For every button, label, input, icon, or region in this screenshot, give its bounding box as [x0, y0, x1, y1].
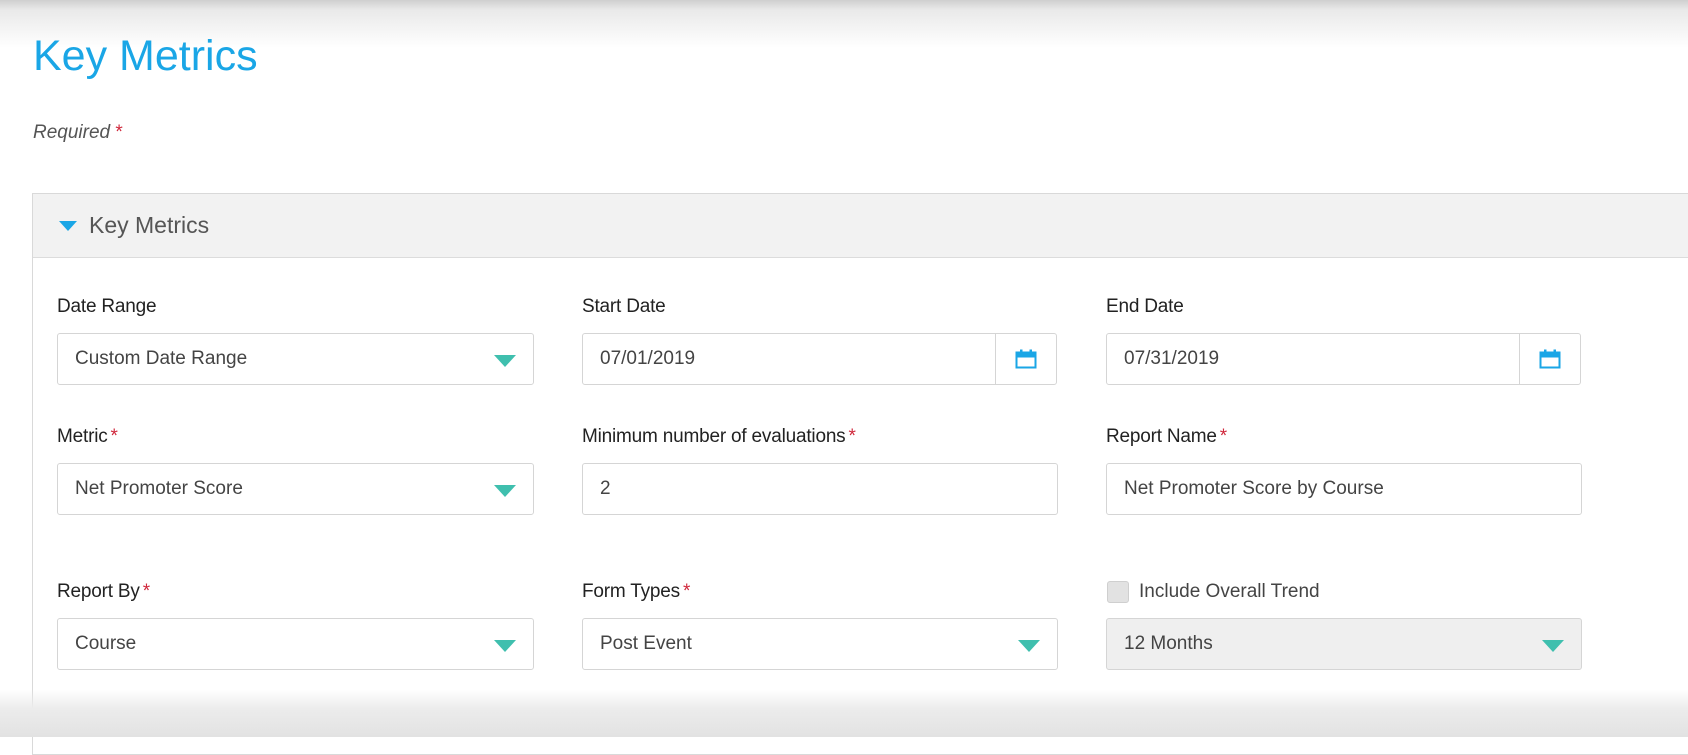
calendar-icon: [1539, 349, 1561, 369]
required-star: *: [115, 122, 123, 143]
chevron-down-icon: [494, 355, 516, 367]
chevron-down-icon: [1018, 640, 1040, 652]
date-range-select[interactable]: Custom Date Range: [57, 333, 534, 385]
form-types-label-text: Form Types: [582, 581, 680, 602]
caret-down-icon: [59, 221, 77, 231]
trend-period-value: 12 Months: [1124, 633, 1213, 654]
min-evaluations-label: Minimum number of evaluations *: [582, 426, 856, 448]
panel-header-toggle[interactable]: Key Metrics: [33, 194, 1688, 258]
required-label: Required: [33, 122, 111, 143]
panel-title: Key Metrics: [89, 212, 210, 238]
start-date-calendar-button[interactable]: [995, 334, 1056, 384]
report-name-value: Net Promoter Score by Course: [1124, 478, 1384, 499]
report-by-label: Report By *: [57, 581, 150, 603]
end-date-input[interactable]: 07/31/2019: [1106, 333, 1581, 385]
page-title: Key Metrics: [33, 32, 258, 80]
metric-value: Net Promoter Score: [75, 478, 243, 499]
metric-select[interactable]: Net Promoter Score: [57, 463, 534, 515]
form-types-value: Post Event: [600, 633, 692, 654]
date-range-value: Custom Date Range: [75, 348, 248, 369]
report-by-select[interactable]: Course: [57, 618, 534, 670]
report-name-label: Report Name *: [1106, 426, 1227, 448]
include-overall-trend-label: Include Overall Trend: [1139, 581, 1320, 602]
min-evaluations-label-text: Minimum number of evaluations: [582, 426, 846, 447]
required-note: Required *: [33, 122, 123, 144]
include-overall-trend-checkbox[interactable]: [1107, 581, 1129, 603]
chevron-down-icon: [1542, 640, 1564, 652]
required-star: *: [142, 581, 150, 602]
metric-label: Metric *: [57, 426, 118, 448]
end-date-calendar-button[interactable]: [1519, 334, 1580, 384]
report-name-input[interactable]: Net Promoter Score by Course: [1106, 463, 1582, 515]
min-evaluations-value: 2: [600, 478, 611, 499]
date-range-label: Date Range: [57, 296, 157, 317]
start-date-value: 07/01/2019: [600, 348, 696, 369]
min-evaluations-input[interactable]: 2: [582, 463, 1058, 515]
form-types-label: Form Types *: [582, 581, 690, 603]
required-star: *: [682, 581, 691, 602]
end-date-value: 07/31/2019: [1124, 348, 1220, 369]
bottom-shadow: [0, 690, 1688, 737]
calendar-icon: [1015, 349, 1037, 369]
end-date-label: End Date: [1106, 296, 1184, 317]
start-date-input[interactable]: 07/01/2019: [582, 333, 1057, 385]
report-name-label-text: Report Name: [1106, 426, 1217, 447]
required-star: *: [110, 426, 118, 447]
required-star: *: [1219, 426, 1227, 447]
form-types-select[interactable]: Post Event: [582, 618, 1058, 670]
chevron-down-icon: [494, 485, 516, 497]
report-by-label-text: Report By: [57, 581, 140, 602]
trend-period-select[interactable]: 12 Months: [1106, 618, 1582, 670]
metric-label-text: Metric: [57, 426, 108, 447]
report-by-value: Course: [75, 633, 137, 654]
start-date-label: Start Date: [582, 296, 666, 317]
required-star: *: [848, 426, 856, 447]
chevron-down-icon: [494, 640, 516, 652]
